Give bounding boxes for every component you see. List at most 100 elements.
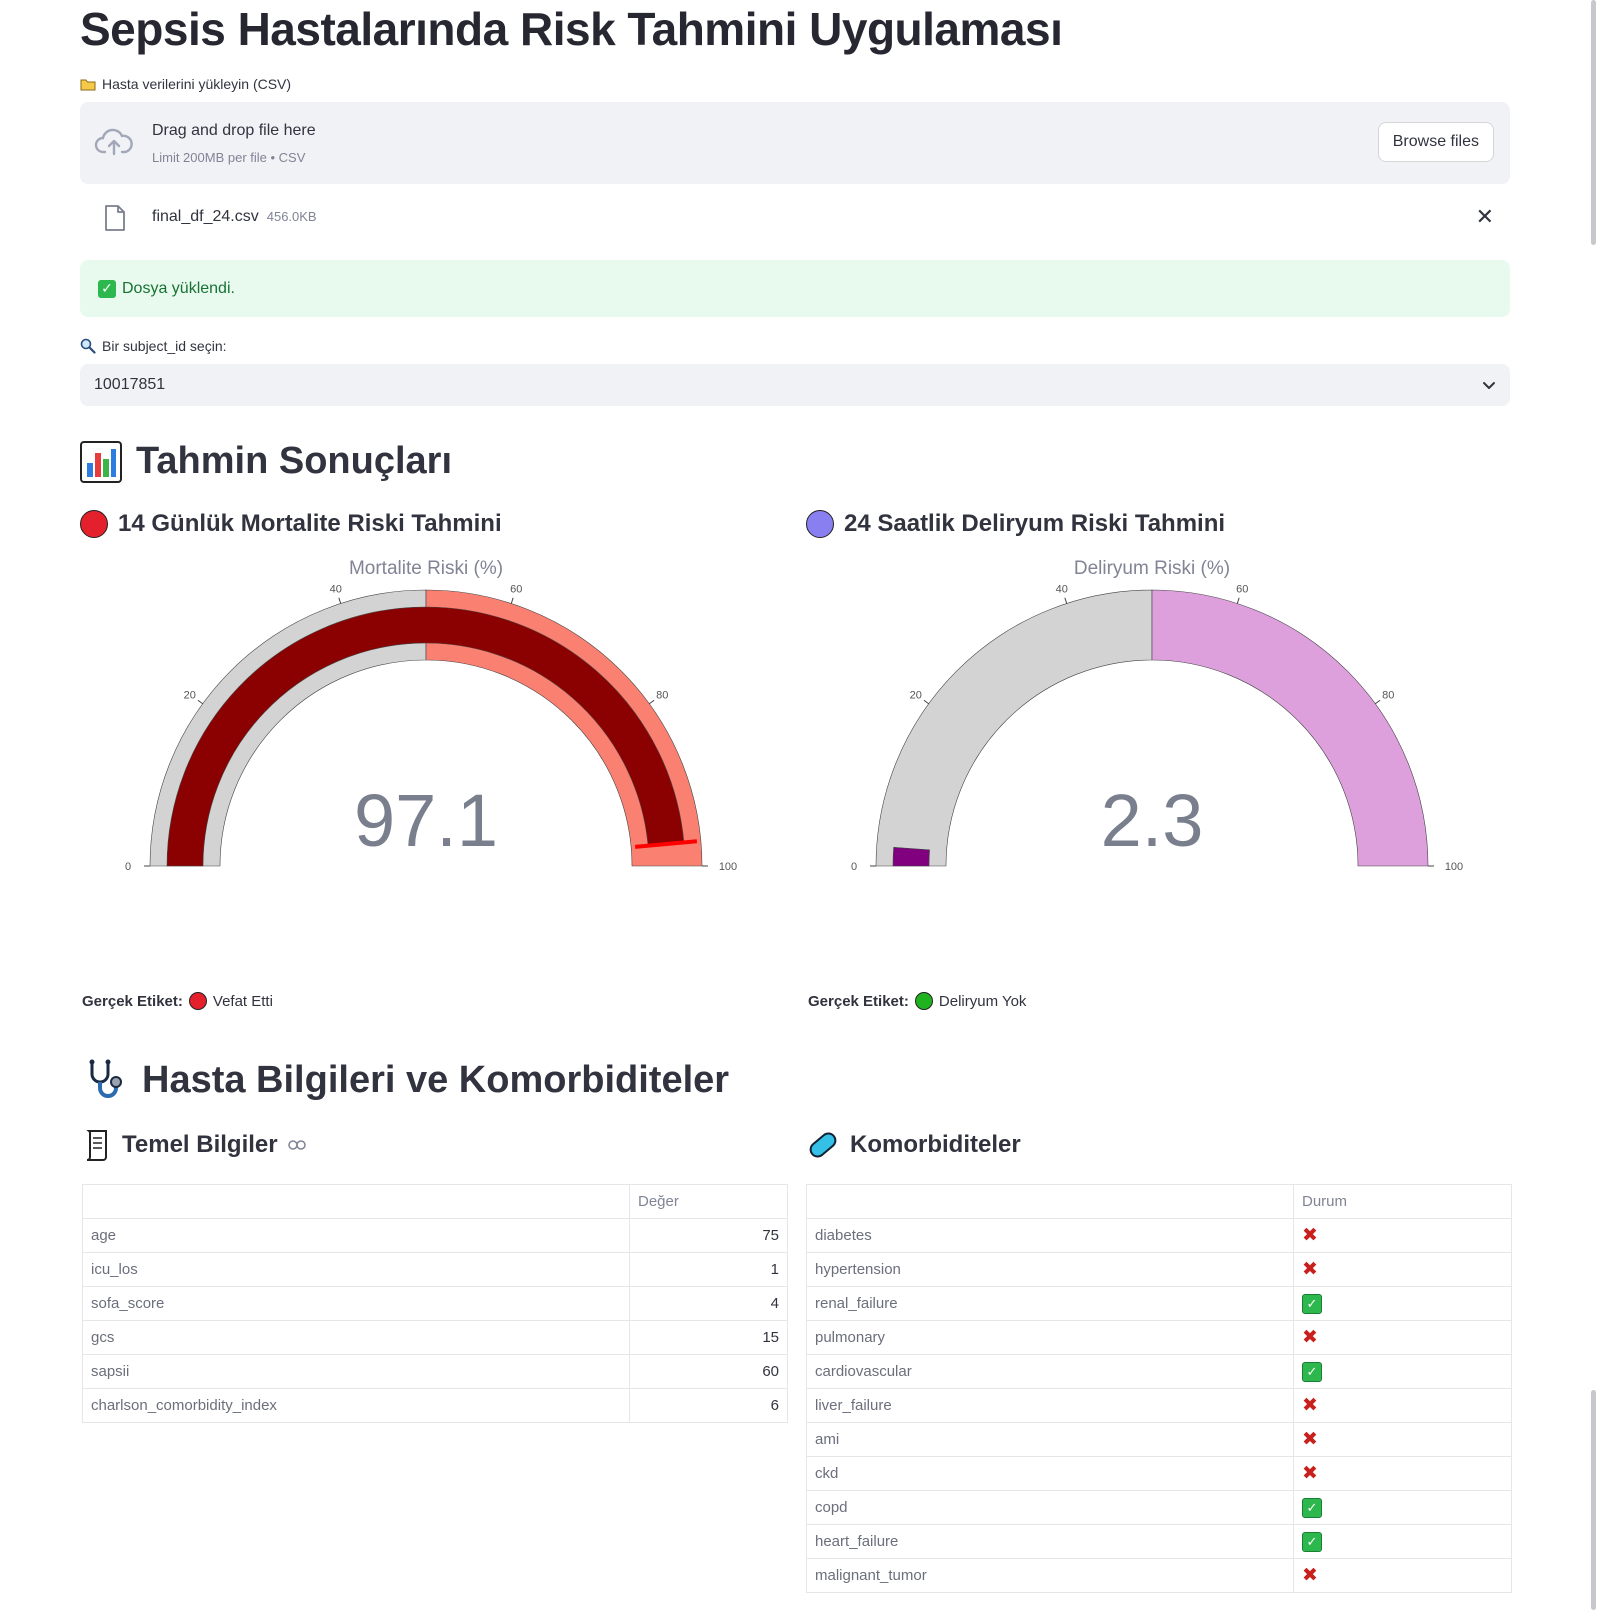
chevron-down-icon [1483,382,1495,389]
row-value: 4 [629,1286,788,1321]
cross-mark-icon: ✖ [1302,1463,1318,1484]
mortality-heading-text: 14 Günlük Mortalite Riski Tahmini [118,510,502,537]
browse-files-button[interactable]: Browse files [1377,122,1494,162]
scroll-icon [86,1130,107,1161]
table-row: charlson_comorbidity_index 6 [82,1388,788,1423]
red-circle-icon [80,510,108,538]
comorbidities-table[interactable]: Durum diabetes ✖ hypertension ✖ renal_failur… [806,1184,1512,1593]
select-label-text: Bir subject_id seçin: [102,338,227,354]
cross-mark-icon: ✖ [1302,1225,1318,1246]
scrollbar-thumb-top[interactable] [1591,0,1596,245]
row-name: diabetes [806,1218,1294,1253]
table-row: liver_failure ✖ [806,1388,1512,1423]
row-name: hypertension [806,1252,1294,1287]
row-name: icu_los [82,1252,630,1287]
check-mark-icon: ✓ [1302,1293,1322,1314]
delirium-gauge: 0 20 40 60 80 100 Deliryum Riski (%) 2.3 [851,560,1463,873]
patient-heading-text: Hasta Bilgileri ve Komorbiditeler [142,1058,730,1101]
row-status: ✖ [1293,1218,1512,1253]
checkmark-icon: ✓ [98,279,116,298]
table-row: heart_failure ✓ [806,1524,1512,1559]
table-row: gcs 15 [82,1320,788,1355]
cross-mark-icon: ✖ [1302,1395,1318,1416]
row-name: pulmonary [806,1320,1294,1355]
index-header [82,1184,630,1219]
row-name: gcs [82,1320,630,1355]
basic-info-heading: Temel Bilgiler [84,1128,306,1162]
gauge-value: 2.3 [1101,779,1204,862]
purple-circle-icon [806,510,834,538]
gauge-tick-label: 100 [1445,861,1463,873]
row-status: ✖ [1293,1388,1512,1423]
row-status: ✓ [1293,1354,1512,1389]
row-name: malignant_tumor [806,1558,1294,1593]
table-row: hypertension ✖ [806,1252,1512,1287]
dropzone-title: Drag and drop file here [152,122,316,139]
subject-id-select[interactable]: 10017851 [80,364,1510,406]
delirium-heading: 24 Saatlik Deliryum Riski Tahmini [806,510,1225,538]
gauge-tick [197,699,204,705]
gauge-value-bar [892,846,930,867]
gauge-value: 97.1 [354,779,498,862]
basic-info-table[interactable]: Değer age 75 icu_los 1 sofa_score 4 gcs 15 sapsi… [82,1184,788,1423]
file-name-text: final_df_24.csv [152,208,259,225]
uploaded-file-row: final_df_24.csv 456.0KB ✕ [80,196,1510,240]
delirium-label-prefix: Gerçek Etiket: [808,992,909,1010]
delirium-heading-text: 24 Saatlik Deliryum Riski Tahmini [844,510,1226,537]
gauge-tick [338,597,342,604]
row-status: ✓ [1293,1286,1512,1321]
gauge-tick-label: 80 [1382,689,1394,701]
pill-icon [809,1132,837,1158]
row-name: age [82,1218,630,1253]
index-header [806,1184,1294,1219]
table-row: diabetes ✖ [806,1218,1512,1253]
table-row: ckd ✖ [806,1456,1512,1491]
gauge-tick [1236,597,1240,604]
status-column-header: Durum [1293,1184,1512,1219]
link-icon[interactable] [287,1140,306,1150]
row-name: sofa_score [82,1286,630,1321]
gauge-tick-label: 20 [910,689,922,701]
row-status: ✓ [1293,1524,1512,1559]
table-row: sapsii 60 [82,1354,788,1389]
row-status: ✖ [1293,1320,1512,1355]
gauge-tick-label: 0 [125,861,131,873]
row-name: heart_failure [806,1524,1294,1559]
comorbidities-heading-text: Komorbiditeler [850,1131,1021,1158]
gauge-tick-label: 100 [719,861,737,873]
delirium-label-value: Deliryum Yok [938,992,1027,1010]
row-name: sapsii [82,1354,630,1389]
remove-file-close-icon[interactable]: ✕ [1476,204,1494,230]
gauge-tick-label: 20 [184,689,196,701]
mortality-label-prefix: Gerçek Etiket: [82,992,183,1010]
gauge-title: Mortalite Riski (%) [349,560,503,579]
mortality-true-label: Gerçek Etiket: Vefat Etti [82,992,273,1010]
comorbidities-heading: Komorbiditeler [806,1128,1021,1162]
check-mark-icon: ✓ [1302,1497,1322,1518]
table-row: ami ✖ [806,1422,1512,1457]
gauge-tick [510,597,514,604]
gauge-tick-label: 80 [656,689,668,701]
row-name: ckd [806,1456,1294,1491]
page-title: Sepsis Hastalarında Risk Tahmini Uygulam… [80,3,1063,55]
row-value: 15 [629,1320,788,1355]
table-row: sofa_score 4 [82,1286,788,1321]
cross-mark-icon: ✖ [1302,1429,1318,1450]
row-name: copd [806,1490,1294,1525]
cross-mark-icon: ✖ [1302,1565,1318,1586]
row-status: ✓ [1293,1490,1512,1525]
folder-icon [80,79,96,90]
cloud-upload-icon [94,128,133,156]
results-heading-text: Tahmin Sonuçları [136,440,453,482]
patient-heading: Hasta Bilgileri ve Komorbiditeler [84,1058,729,1102]
file-dropzone[interactable]: Drag and drop file here Limit 200MB per … [80,102,1510,184]
stethoscope-icon [89,1059,122,1098]
row-name: charlson_comorbidity_index [82,1388,630,1423]
gauge-tick [923,699,930,705]
green-circle-icon [914,992,933,1010]
row-name: liver_failure [806,1388,1294,1423]
row-status: ✖ [1293,1252,1512,1287]
mortality-heading: 14 Günlük Mortalite Riski Tahmini [80,510,502,538]
success-alert: ✓ Dosya yüklendi. [80,260,1510,317]
scrollbar-thumb-bottom[interactable] [1591,1390,1596,1610]
